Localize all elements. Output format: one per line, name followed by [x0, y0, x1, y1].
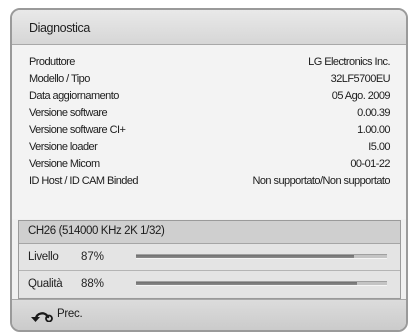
signal-quality-value: 88%: [81, 278, 105, 290]
info-value: 1.00.00: [357, 124, 390, 136]
info-label: Versione Micom: [29, 158, 100, 170]
signal-quality-label: Qualità: [28, 278, 63, 290]
info-row-micom-version: Versione Micom 00-01-22: [29, 158, 391, 174]
info-value: 00-01-22: [350, 158, 390, 170]
info-value: LG Electronics Inc.: [308, 56, 390, 68]
return-arrow-icon: [31, 312, 53, 322]
dialog-footer: Prec.: [12, 299, 406, 330]
info-label: Data aggiornamento: [29, 90, 119, 102]
dialog-title-bar: Diagnostica: [12, 10, 406, 45]
info-label: ID Host / ID CAM Binded: [29, 175, 139, 187]
info-row-ci-software-version: Versione software CI+ 1.00.00: [29, 124, 391, 140]
info-label: Produttore: [29, 56, 75, 68]
info-value: 0.00.39: [357, 107, 390, 119]
info-label: Modello / Tipo: [29, 73, 90, 85]
info-value: 32LF5700EU: [330, 73, 391, 85]
info-list: Produttore LG Electronics Inc. Modello /…: [12, 45, 406, 219]
signal-level-value: 87%: [81, 251, 105, 263]
info-label: Versione loader: [29, 141, 98, 153]
info-label: Versione software CI+: [29, 124, 126, 136]
channel-label: CH26 (514000 KHz 2K 1/32): [28, 225, 165, 237]
signal-level-row: Livello 87%: [19, 244, 400, 271]
info-label: Versione software: [29, 107, 108, 119]
channel-info: CH26 (514000 KHz 2K 1/32): [19, 221, 400, 244]
info-row-model: Modello / Tipo 32LF5700EU: [29, 73, 391, 89]
signal-panel: CH26 (514000 KHz 2K 1/32) Livello 87% Qu…: [18, 220, 401, 299]
signal-level-bar: [136, 254, 387, 259]
info-value: 05 Ago. 2009: [331, 90, 391, 102]
info-value: Non supportato/Non supportato: [252, 175, 390, 187]
info-row-update-date: Data aggiornamento 05 Ago. 2009: [29, 90, 391, 106]
signal-quality-row: Qualità 88%: [19, 271, 400, 297]
dialog-title: Diagnostica: [29, 21, 90, 35]
info-row-host-cam-id: ID Host / ID CAM Binded Non supportato/N…: [29, 175, 391, 191]
back-button-label: Prec.: [57, 308, 83, 320]
signal-level-bar-fill: [136, 255, 355, 258]
diagnostics-dialog: Diagnostica Produttore LG Electronics In…: [10, 8, 408, 332]
info-row-loader-version: Versione loader I5.00: [29, 141, 391, 157]
signal-level-label: Livello: [28, 251, 59, 263]
info-value: I5.00: [368, 141, 390, 153]
info-row-manufacturer: Produttore LG Electronics Inc.: [29, 56, 391, 72]
info-row-software-version: Versione software 0.00.39: [29, 107, 391, 123]
signal-quality-bar: [136, 281, 387, 286]
signal-quality-bar-fill: [136, 282, 357, 285]
